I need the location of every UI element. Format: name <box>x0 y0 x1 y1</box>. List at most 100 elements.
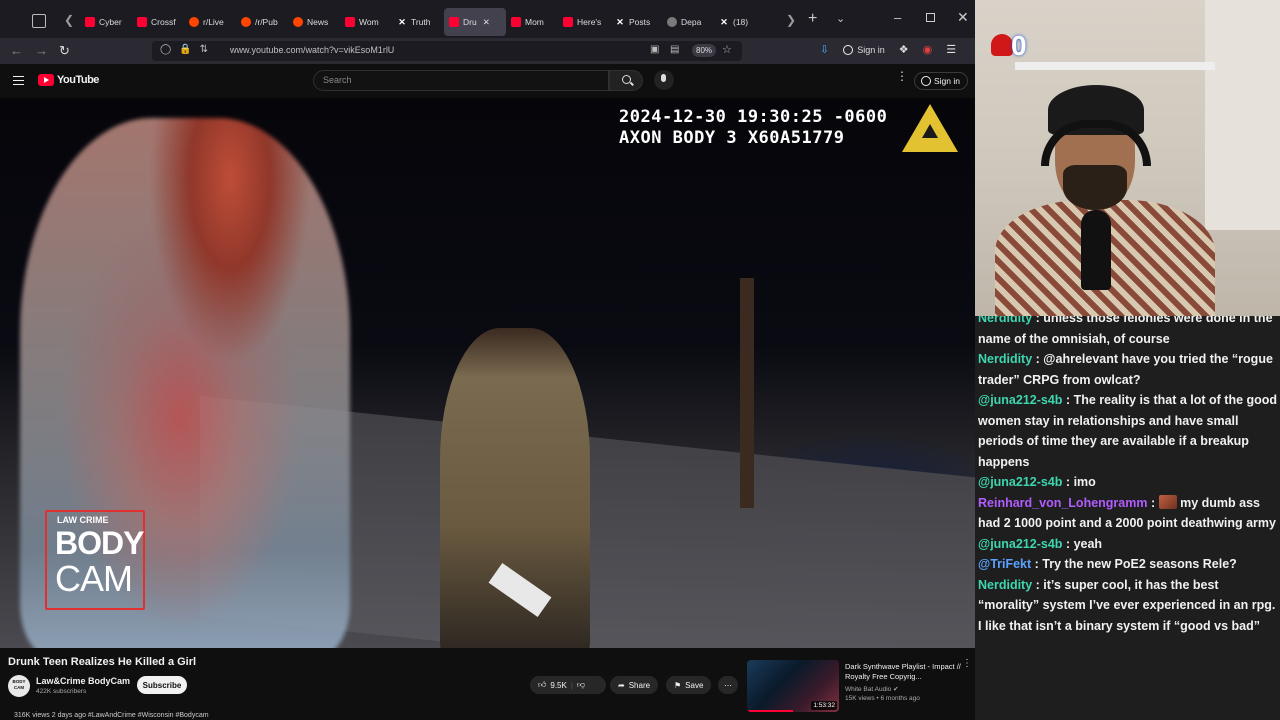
watched-progress-bar <box>747 710 793 712</box>
chat-username[interactable]: Nerdidity <box>978 352 1032 366</box>
more-icon: ⋯ <box>724 680 732 690</box>
close-tab-icon[interactable]: ✕ <box>483 17 490 28</box>
screen: ❮ Cyber Crossf r/Live/r/Pub News Wom ✕ Truth Dr… <box>0 0 1280 720</box>
reload-icon[interactable]: ↻ <box>59 43 70 59</box>
save-button[interactable]: ⚑ Save <box>666 676 712 694</box>
recommended-video[interactable]: 1:53:32 Dark Synthwave Playlist - Impact… <box>747 659 975 720</box>
bookmark-star-icon[interactable]: ☆ <box>722 43 732 56</box>
browser-tab[interactable]: ✕ Truth <box>392 8 444 36</box>
chat-text: yeah <box>1073 536 1103 551</box>
browser-tab[interactable]: ✕ Posts <box>610 8 662 36</box>
picture-in-picture-icon[interactable]: ▣ <box>650 44 659 55</box>
youtube-icon <box>137 17 147 27</box>
tabs-scroll-left-icon[interactable]: ❮ <box>64 13 74 27</box>
extensions-icon[interactable]: ❖ <box>899 43 909 56</box>
chat-text: imo <box>1073 475 1096 489</box>
save-icon: ⚑ <box>674 680 682 690</box>
youtube-logo-text: YouTube <box>57 74 99 86</box>
counter-icon <box>991 34 1013 56</box>
chat-message: @juna212-s4b : imo <box>978 475 1096 489</box>
video-player[interactable]: 2024-12-30 19:30:25 -0600 AXON BODY 3 X6… <box>0 98 975 648</box>
url-text[interactable]: www.youtube.com/watch?v=vikEsoM1rlU <box>230 45 394 55</box>
downloads-icon[interactable]: ⇩ <box>820 43 829 56</box>
browser-tab[interactable]: /r/Pub <box>236 8 288 36</box>
browser-tab[interactable]: Cyber <box>80 8 132 36</box>
tab-label: Here's <box>577 17 602 27</box>
reddit-icon <box>241 17 251 27</box>
reader-view-icon[interactable]: ▤ <box>670 44 679 55</box>
chat-username[interactable]: @juna212-s4b <box>978 393 1062 407</box>
minimize-icon[interactable]: – <box>894 10 901 25</box>
account-signin[interactable]: Sign in <box>843 44 885 55</box>
tab-label: Cyber <box>99 17 122 27</box>
browser-tab[interactable]: Depa <box>662 8 714 36</box>
tab-label: Truth <box>411 17 431 27</box>
settings-kebab-icon[interactable]: ⋮ <box>896 70 908 82</box>
account-signin-label: Sign in <box>857 44 885 55</box>
share-button[interactable]: ➦ Share <box>610 676 659 694</box>
chat-message: @juna212-s4b : The reality is that a lot… <box>978 393 1278 469</box>
browser-tab[interactable]: Mom <box>506 8 558 36</box>
youtube-logo[interactable]: YouTube <box>38 74 99 86</box>
chat-emote-icon <box>1158 494 1177 509</box>
subscribe-button[interactable]: Subscribe <box>137 676 187 694</box>
watermark-line2: CAM <box>55 558 133 599</box>
back-icon[interactable]: ← <box>10 43 23 58</box>
youtube-icon <box>449 17 459 27</box>
search-placeholder: Search <box>323 75 352 85</box>
like-count[interactable]: 9.5K <box>550 681 566 690</box>
chat-username[interactable]: Nerdidity <box>978 578 1032 592</box>
recommended-thumbnail[interactable]: 1:53:32 <box>747 660 839 712</box>
chat-username[interactable]: Nerdidity <box>978 316 1032 325</box>
search-button[interactable] <box>609 70 643 91</box>
zoom-level[interactable]: 80% <box>692 44 717 57</box>
close-window-icon[interactable]: ✕ <box>957 9 969 26</box>
chat-username[interactable]: @TriFekt <box>978 557 1031 571</box>
search-input[interactable]: Search <box>313 70 609 91</box>
youtube-header: YouTube Search ⋮ Sign in <box>0 64 975 98</box>
tab-manager-icon[interactable] <box>32 14 46 28</box>
new-tab-icon[interactable]: + <box>808 10 817 28</box>
browser-tab[interactable]: News <box>288 8 340 36</box>
watermark-line1: BODY <box>55 525 144 561</box>
voice-search-icon[interactable] <box>654 70 674 90</box>
recommended-meta: 15K views • 6 months ago <box>845 695 920 702</box>
chat-username[interactable]: Reinhard_von_Lohengramm <box>978 496 1147 510</box>
channel-avatar[interactable]: BODY CAM <box>8 675 30 697</box>
browser-tab[interactable]: Here's <box>558 8 610 36</box>
browser-tab[interactable]: r/Live <box>184 8 236 36</box>
addon-icon[interactable]: ◉ <box>923 43 933 56</box>
browser-tab[interactable]: Crossf <box>132 8 184 36</box>
url-bar[interactable]: ◯🔒⇅ www.youtube.com/watch?v=vikEsoM1rlU … <box>152 41 742 61</box>
tab-label: Dru <box>463 17 477 27</box>
tab-label: r/Live <box>203 17 224 27</box>
more-actions-button[interactable]: ⋯ <box>718 676 738 694</box>
chat-username[interactable]: @juna212-s4b <box>978 475 1062 489</box>
recommended-title[interactable]: Dark Synthwave Playlist - Impact // Roya… <box>845 662 961 682</box>
list-all-tabs-icon[interactable]: ⌄ <box>836 12 845 25</box>
youtube-icon <box>345 17 355 27</box>
recommended-menu-icon[interactable]: ⋮ <box>962 659 972 669</box>
dislike-icon[interactable]: 👎︎ <box>577 680 585 690</box>
forward-icon[interactable]: → <box>35 43 48 58</box>
site-info-icons[interactable]: ◯🔒⇅ <box>160 44 216 55</box>
x-icon: ✕ <box>398 17 406 27</box>
browser-tab[interactable]: ✕ (18) <box>714 8 766 36</box>
guide-menu-icon[interactable] <box>13 76 24 85</box>
share-label: Share <box>628 680 651 690</box>
youtube-icon <box>511 17 521 27</box>
browser-tab[interactable]: Wom <box>340 8 392 36</box>
channel-name[interactable]: Law&Crime BodyCam <box>36 676 130 686</box>
browser-tab[interactable]: Dru ✕ <box>444 8 506 36</box>
x-icon: ✕ <box>616 17 624 27</box>
youtube-signin-button[interactable]: Sign in <box>914 72 968 90</box>
bodycam-timestamp: 2024-12-30 19:30:25 -0600 <box>619 107 888 127</box>
tabs-scroll-right-icon[interactable]: ❯ <box>786 13 796 27</box>
menu-icon[interactable]: ☰ <box>946 43 956 56</box>
like-divider: | <box>570 680 573 690</box>
recommended-channel[interactable]: White Bat Audio ✔ <box>845 685 899 693</box>
gear-icon <box>667 17 677 27</box>
chat-username[interactable]: @juna212-s4b <box>978 537 1062 551</box>
maximize-icon[interactable] <box>926 13 935 22</box>
like-icon[interactable]: 👍︎ <box>538 680 546 690</box>
